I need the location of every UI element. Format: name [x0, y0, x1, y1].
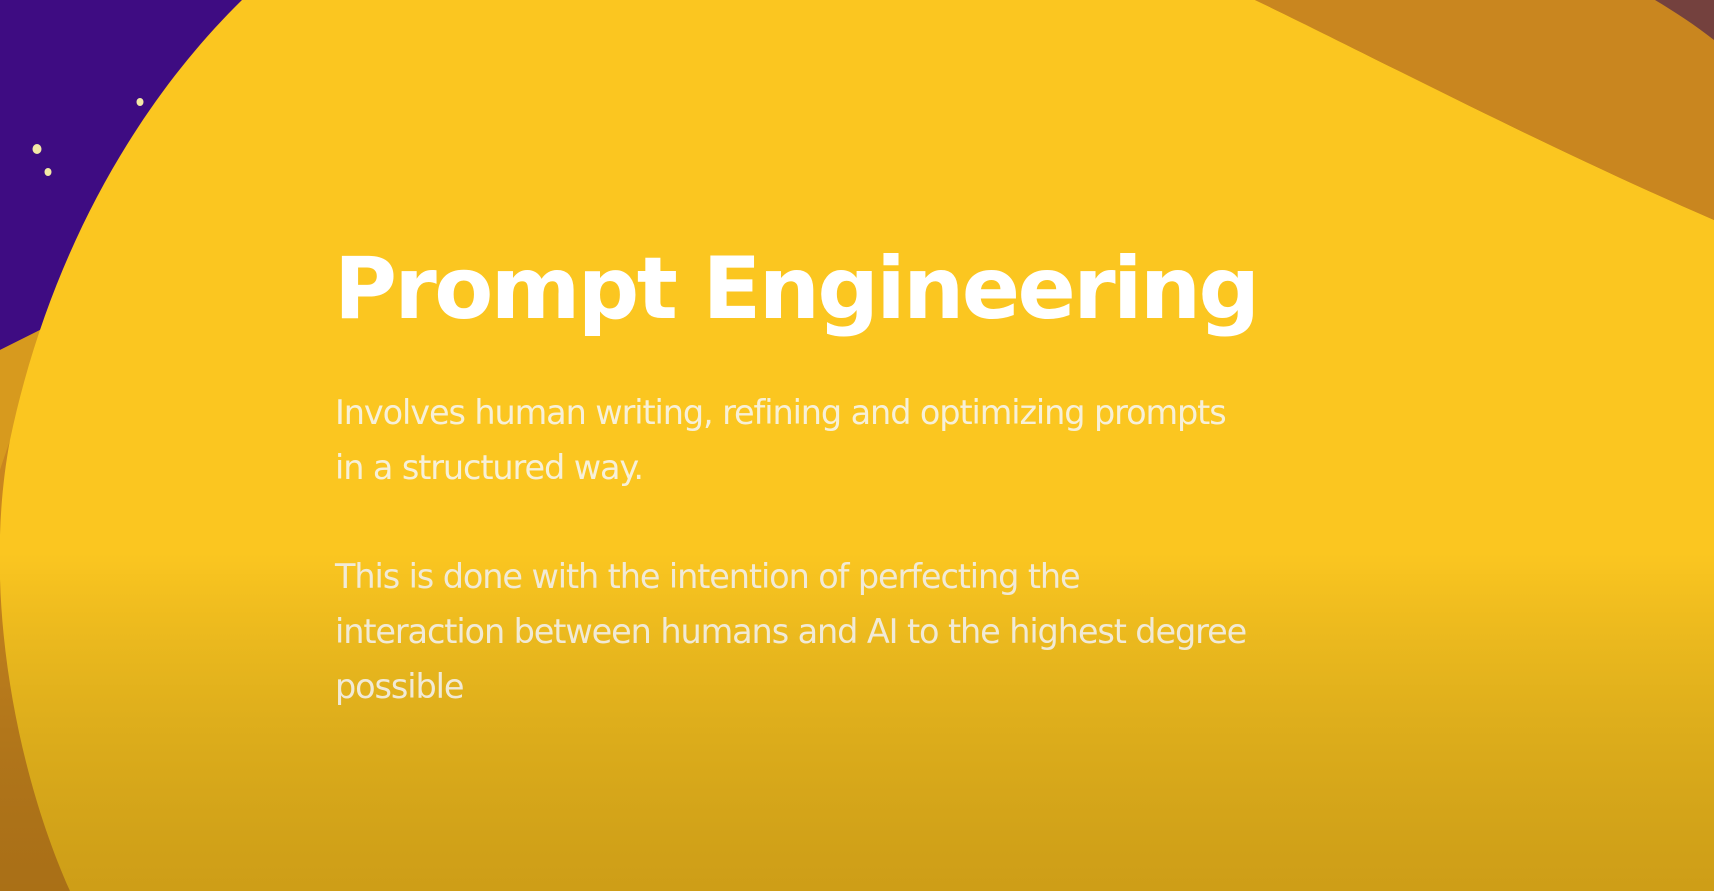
slide-title: Prompt Engineering [334, 239, 1260, 339]
star-dot [44, 168, 52, 176]
star-dot [136, 98, 144, 106]
definition-paragraph: Involves human writing, refining and opt… [335, 393, 1227, 487]
purpose-paragraph: This is done with the intention of perfe… [335, 557, 1247, 706]
star-dot [32, 144, 42, 154]
slide: Prompt Engineering Involves human writin… [0, 0, 1714, 891]
